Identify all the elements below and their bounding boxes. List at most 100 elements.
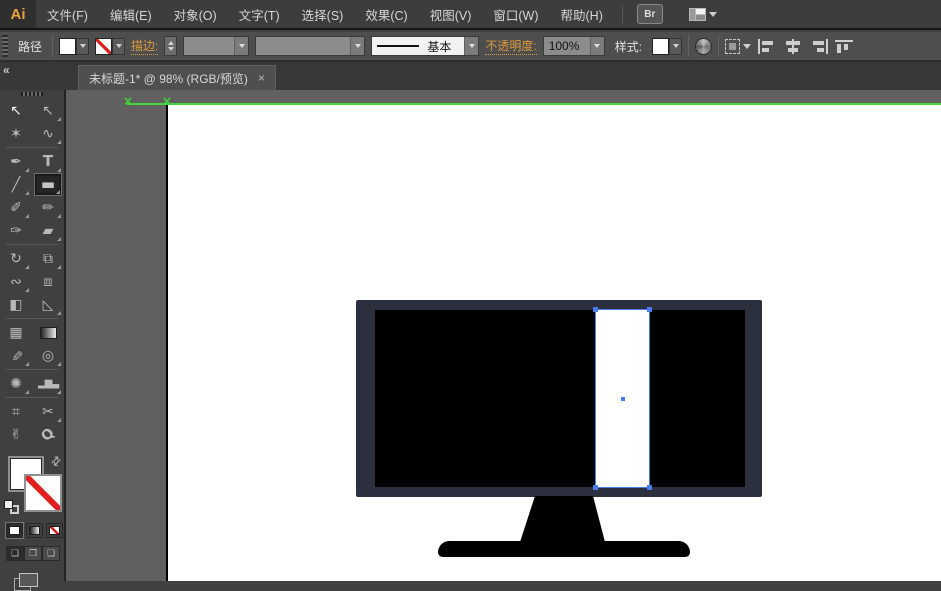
blend-tool[interactable]: ◎ xyxy=(34,344,62,367)
menu-window[interactable]: 窗口(W) xyxy=(482,0,549,28)
recolor-artwork-icon[interactable] xyxy=(695,38,712,55)
selection-center-point[interactable] xyxy=(621,397,625,401)
draw-inside-icon[interactable]: ❑ xyxy=(42,546,60,561)
selection-tool-icon: ↖ xyxy=(10,104,22,118)
chevron-down-icon[interactable] xyxy=(464,37,478,55)
paintbrush-tool[interactable]: ✐ xyxy=(2,196,30,219)
workspace-switcher[interactable] xyxy=(689,8,717,21)
align-right-button[interactable] xyxy=(809,39,829,54)
align-left-button[interactable] xyxy=(757,39,777,54)
style-swatch[interactable] xyxy=(652,38,669,55)
stroke-color-control[interactable] xyxy=(95,38,125,55)
collapse-panel-icon[interactable]: « xyxy=(3,63,9,77)
symbol-sprayer-tool[interactable]: ✺ xyxy=(2,372,30,395)
divider xyxy=(6,318,58,319)
line-segment-tool[interactable]: ╱ xyxy=(2,173,30,196)
gradient-button[interactable] xyxy=(26,523,43,538)
fill-color-control[interactable] xyxy=(59,38,89,55)
chevron-down-icon[interactable] xyxy=(350,37,364,55)
stroke-weight-stepper[interactable] xyxy=(164,36,177,56)
pencil-tool[interactable]: ✏ xyxy=(34,196,62,219)
close-icon[interactable]: × xyxy=(258,71,265,85)
gradient-tool[interactable] xyxy=(34,321,62,344)
stroke-weight-combo[interactable] xyxy=(183,36,249,56)
perspective-grid-tool-icon: ◺ xyxy=(43,298,54,312)
chevron-down-icon[interactable] xyxy=(590,37,604,55)
default-fill-stroke-icon[interactable] xyxy=(4,500,19,514)
none-button[interactable] xyxy=(46,523,63,538)
document-tab[interactable]: 未标题-1* @ 98% (RGB/预览) × xyxy=(78,65,276,90)
selection-handle[interactable] xyxy=(647,485,652,490)
menu-file[interactable]: 文件(F) xyxy=(36,0,99,28)
chevron-down-icon xyxy=(743,44,751,49)
magic-wand-tool[interactable]: ✶ xyxy=(2,122,30,145)
opacity-panel-link[interactable]: 不透明度: xyxy=(485,37,536,55)
type-tool[interactable]: T xyxy=(34,150,62,173)
perspective-grid-tool[interactable]: ◺ xyxy=(34,293,62,316)
monitor-screen-shape[interactable] xyxy=(375,310,745,487)
rotate-tool[interactable]: ↻ xyxy=(2,247,30,270)
align-center-button[interactable] xyxy=(783,39,803,54)
control-bar-grip[interactable] xyxy=(2,35,8,57)
divider xyxy=(6,369,58,370)
monitor-base-shape[interactable] xyxy=(438,541,690,557)
bridge-button[interactable]: Br xyxy=(637,4,663,24)
menu-object[interactable]: 对象(O) xyxy=(163,0,228,28)
screen-mode-icon[interactable] xyxy=(14,573,38,591)
stroke-dropdown-icon[interactable] xyxy=(112,38,125,55)
color-button[interactable] xyxy=(6,523,23,538)
slice-tool[interactable]: ✂ xyxy=(34,400,62,423)
bounding-box-icon xyxy=(725,39,740,54)
align-top-button[interactable] xyxy=(835,39,855,54)
fill-swatch[interactable] xyxy=(59,38,76,55)
direct-selection-tool[interactable]: ↖ xyxy=(34,99,62,122)
artboard-tool[interactable]: ⌗ xyxy=(2,400,30,423)
eyedropper-tool[interactable]: ✎ xyxy=(2,344,30,367)
selection-tool[interactable]: ↖ xyxy=(2,99,30,122)
selection-handle[interactable] xyxy=(593,307,598,312)
hand-tool[interactable]: ✌ xyxy=(2,423,30,446)
pen-tool[interactable]: ✒ xyxy=(2,150,30,173)
transform-control[interactable] xyxy=(725,39,751,54)
style-dropdown-icon[interactable] xyxy=(669,38,682,55)
opacity-value[interactable]: 100% xyxy=(544,37,590,55)
width-profile-combo[interactable] xyxy=(255,36,365,56)
monitor-stand-shape[interactable] xyxy=(520,496,605,542)
rectangle-tool[interactable]: ▬ xyxy=(34,173,62,196)
menu-bar: Ai 文件(F) 编辑(E) 对象(O) 文字(T) 选择(S) 效果(C) 视… xyxy=(0,0,941,30)
opacity-combo[interactable]: 100% xyxy=(543,36,605,56)
menu-view[interactable]: 视图(V) xyxy=(419,0,483,28)
swap-fill-stroke-icon[interactable]: ⇄ xyxy=(47,452,64,469)
canvas-area[interactable]: × × xyxy=(66,90,941,581)
chevron-down-icon[interactable] xyxy=(234,37,248,55)
style-label: 样式: xyxy=(611,38,646,55)
fill-dropdown-icon[interactable] xyxy=(76,38,89,55)
lasso-tool[interactable]: ∿ xyxy=(34,122,62,145)
mesh-tool[interactable]: ▦ xyxy=(2,321,30,344)
eraser-tool[interactable]: ▰ xyxy=(34,219,62,242)
scale-tool[interactable]: ⧉ xyxy=(34,247,62,270)
menu-effect[interactable]: 效果(C) xyxy=(354,0,418,28)
menu-type[interactable]: 文字(T) xyxy=(228,0,291,28)
style-control[interactable] xyxy=(652,38,682,55)
brush-definition-combo[interactable]: 基本 xyxy=(371,36,479,56)
menu-edit[interactable]: 编辑(E) xyxy=(99,0,163,28)
draw-behind-icon[interactable]: ❐ xyxy=(24,546,42,561)
column-graph-tool[interactable]: ▂▆▃ xyxy=(34,372,62,395)
shape-builder-tool[interactable]: ◧ xyxy=(2,293,30,316)
menu-help[interactable]: 帮助(H) xyxy=(550,0,614,28)
menu-select[interactable]: 选择(S) xyxy=(291,0,355,28)
draw-normal-icon[interactable]: ❏ xyxy=(6,546,24,561)
tools-panel-grip[interactable] xyxy=(21,92,43,96)
zoom-tool[interactable]: Q xyxy=(34,423,62,446)
stroke-panel-link[interactable]: 描边: xyxy=(131,37,158,55)
stroke-none-swatch[interactable] xyxy=(95,38,112,55)
symbol-sprayer-tool-icon: ✺ xyxy=(10,377,22,391)
stroke-indicator-none[interactable] xyxy=(24,474,62,512)
selection-handle[interactable] xyxy=(593,485,598,490)
selection-handle[interactable] xyxy=(647,307,652,312)
width-tool[interactable]: ∾ xyxy=(2,270,30,293)
blob-brush-tool[interactable]: ✑ xyxy=(2,219,30,242)
selected-rectangle[interactable] xyxy=(595,309,650,488)
free-transform-tool[interactable]: ⧈ xyxy=(34,270,62,293)
